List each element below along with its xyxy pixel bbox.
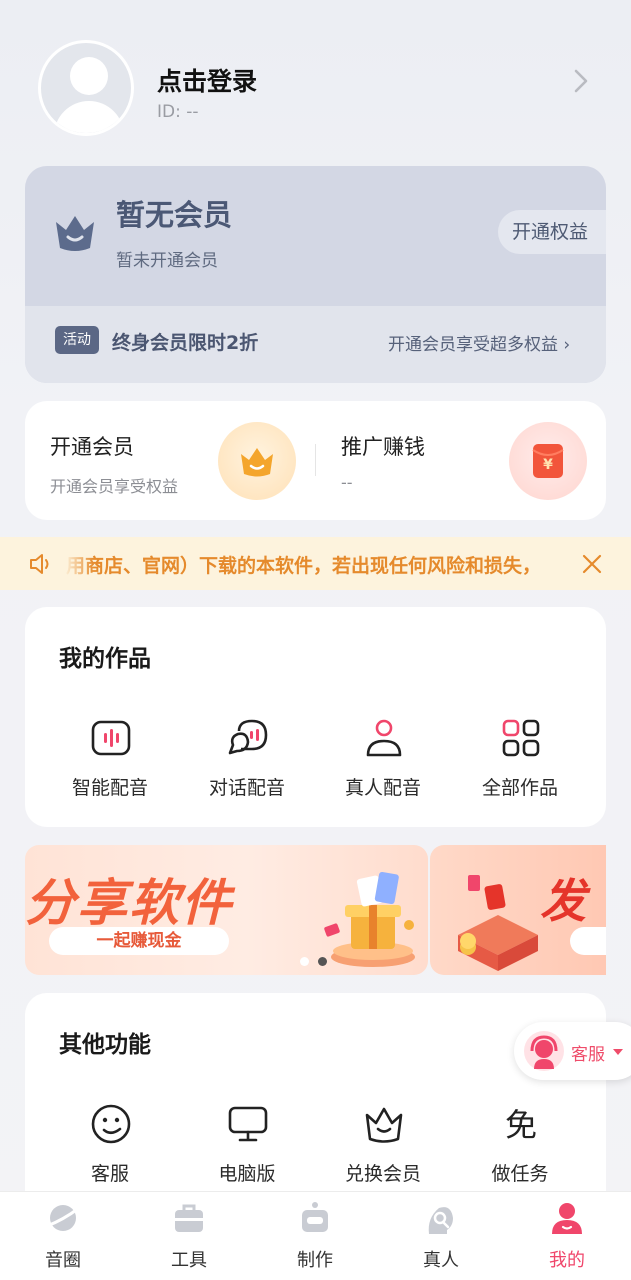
user-id: ID: -- <box>157 102 199 122</box>
tab-yinquan[interactable]: 音圈 <box>0 1192 126 1280</box>
my-works-title: 我的作品 <box>59 646 151 672</box>
works-item-label: 真人配音 <box>344 777 421 799</box>
red-envelope-icon[interactable]: ¥ <box>509 422 587 500</box>
notice-fade <box>64 547 94 581</box>
other-item-label: 电脑版 <box>218 1163 276 1185</box>
other-item-label: 兑换会员 <box>344 1163 421 1185</box>
svg-text:¥: ¥ <box>543 457 553 473</box>
vip-status: 暂无会员 暂未开通会员 开通权益 <box>25 166 606 306</box>
floating-service-button[interactable]: 客服 <box>514 1022 631 1080</box>
vip-activity-row[interactable]: 活动 终身会员限时2折 开通会员享受超多权益 › <box>25 306 606 383</box>
vip-subtitle: 暂未开通会员 <box>116 251 218 271</box>
my-works-card: 我的作品 智能配音 对话配音 真人配音 全部作品 <box>25 607 606 827</box>
avatar-body <box>54 101 124 133</box>
other-item-label: 做任务 <box>491 1163 549 1185</box>
gold-crown-icon[interactable] <box>218 422 296 500</box>
banner-pill: 一起赚现金 <box>49 927 229 955</box>
other-item-label: 客服 <box>90 1163 129 1185</box>
caret-down-icon <box>613 1049 623 1055</box>
tab-label: 工具 <box>171 1250 207 1271</box>
activity-text: 终身会员限时2折 <box>112 332 259 354</box>
tab-human[interactable]: 真人 <box>378 1192 504 1280</box>
grid-apps-icon <box>502 719 540 757</box>
open-benefits-button[interactable]: 开通权益 <box>498 210 606 254</box>
works-item-human-dubbing[interactable]: 真人配音 <box>323 717 443 807</box>
search-person-icon <box>428 1207 453 1234</box>
tab-tools[interactable]: 工具 <box>126 1192 252 1280</box>
planet-icon <box>45 1205 81 1231</box>
carousel-dot-active[interactable] <box>318 957 327 966</box>
open-vip-subtitle: 开通会员享受权益 <box>50 477 179 496</box>
works-item-label: 全部作品 <box>481 777 558 799</box>
other-item-customer-service[interactable]: 客服 <box>50 1103 170 1193</box>
floating-service-label: 客服 <box>571 1045 605 1065</box>
speaker-icon <box>30 554 49 574</box>
activity-badge: 活动 <box>55 326 99 354</box>
free-task-icon: 免 <box>505 1106 537 1144</box>
tab-mine[interactable]: 我的 <box>504 1192 630 1280</box>
promote-earn-title: 推广赚钱 <box>341 435 425 459</box>
tab-label: 制作 <box>297 1250 333 1271</box>
profile-header[interactable]: 点击登录 ID: -- <box>0 0 631 160</box>
works-item-label: 对话配音 <box>208 777 285 799</box>
robot-icon <box>302 1202 328 1232</box>
bottom-tab-bar: 音圈 工具 制作 真人 我的 <box>0 1191 631 1280</box>
banner-title: 分享软件 <box>25 874 233 932</box>
crown-outline-icon <box>365 1107 403 1143</box>
other-item-tasks[interactable]: 免 做任务 <box>460 1103 580 1193</box>
person-icon <box>366 719 402 757</box>
other-item-redeem-vip[interactable]: 兑换会员 <box>323 1103 443 1193</box>
login-link[interactable]: 点击登录 <box>157 62 257 98</box>
tab-label: 真人 <box>423 1250 459 1271</box>
headset-avatar-icon <box>524 1031 564 1071</box>
banner-next-title: 发 <box>540 874 586 928</box>
notice-bar: 用商店、官网）下载的本软件，若出现任何风险和损失， <box>0 537 631 590</box>
banner-share-software[interactable]: 分享软件 一起赚现金 <box>25 845 428 975</box>
chevron-right-icon[interactable] <box>568 68 594 94</box>
avatar[interactable] <box>38 40 134 136</box>
briefcase-icon <box>175 1204 203 1232</box>
avatar-head <box>70 57 108 95</box>
chat-bubbles-icon <box>228 719 268 755</box>
profile-icon <box>552 1203 582 1234</box>
voice-wave-icon <box>91 720 131 756</box>
divider <box>315 444 316 476</box>
promote-earn-subtitle: -- <box>341 473 353 492</box>
banner-next-slide[interactable]: 发 <box>430 845 606 975</box>
promo-card: 开通会员 开通会员享受权益 推广赚钱 -- ¥ <box>25 401 606 520</box>
other-functions-title: 其他功能 <box>59 1032 151 1058</box>
notice-text: 用商店、官网）下载的本软件，若出现任何风险和损失， <box>66 555 542 577</box>
open-vip-title: 开通会员 <box>50 435 134 459</box>
tab-label: 音圈 <box>45 1250 81 1271</box>
other-item-desktop[interactable]: 电脑版 <box>187 1103 307 1193</box>
close-icon[interactable] <box>580 552 604 576</box>
banner-next-pill <box>570 927 606 955</box>
carousel-dot[interactable] <box>300 957 309 966</box>
crown-icon <box>56 216 94 251</box>
vip-title: 暂无会员 <box>116 198 233 232</box>
monitor-icon <box>228 1106 268 1142</box>
vip-card[interactable]: 暂无会员 暂未开通会员 开通权益 活动 终身会员限时2折 开通会员享受超多权益 … <box>25 166 606 383</box>
tab-label: 我的 <box>549 1250 585 1271</box>
svg-text:免: 免 <box>505 1106 537 1144</box>
works-item-smart-dubbing[interactable]: 智能配音 <box>50 717 170 807</box>
red-packet-illustration <box>458 875 538 971</box>
gift-box-illustration <box>324 871 415 967</box>
works-item-label: 智能配音 <box>71 777 148 799</box>
tab-make[interactable]: 制作 <box>252 1192 378 1280</box>
works-item-dialog-dubbing[interactable]: 对话配音 <box>187 717 307 807</box>
activity-link[interactable]: 开通会员享受超多权益 › <box>388 330 570 355</box>
smile-face-icon <box>91 1104 131 1144</box>
works-item-all-works[interactable]: 全部作品 <box>460 717 580 807</box>
